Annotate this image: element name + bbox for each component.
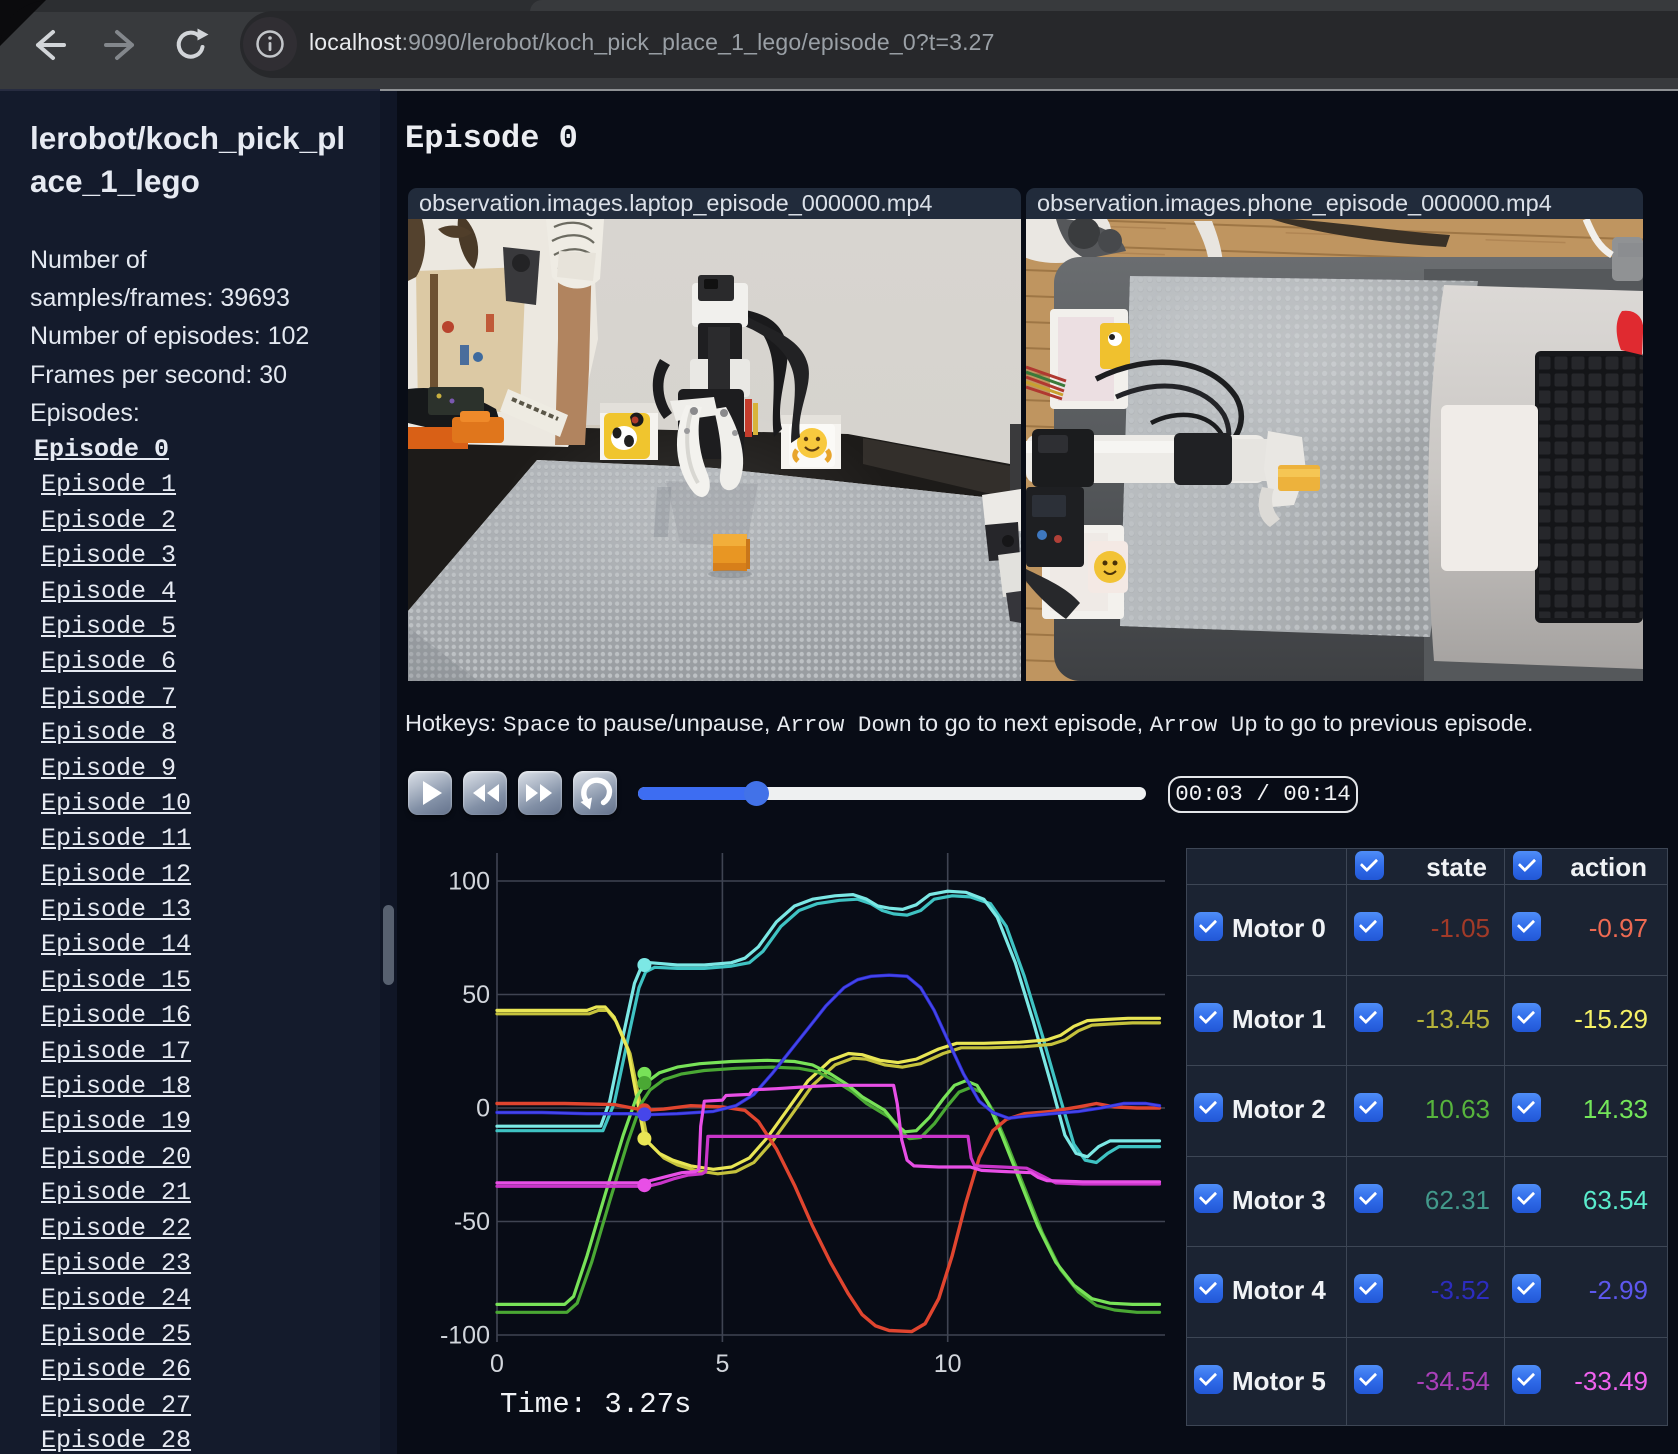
svg-text:-50: -50: [454, 1208, 490, 1236]
svg-text:100: 100: [448, 868, 490, 896]
svg-text:0: 0: [476, 1095, 490, 1123]
svg-text:-100: -100: [440, 1322, 490, 1350]
svg-text:0: 0: [490, 1350, 504, 1378]
svg-text:5: 5: [715, 1350, 729, 1378]
svg-text:Time: 3.27s: Time: 3.27s: [500, 1388, 691, 1421]
svg-text:50: 50: [462, 981, 490, 1009]
svg-text:10: 10: [934, 1350, 962, 1378]
